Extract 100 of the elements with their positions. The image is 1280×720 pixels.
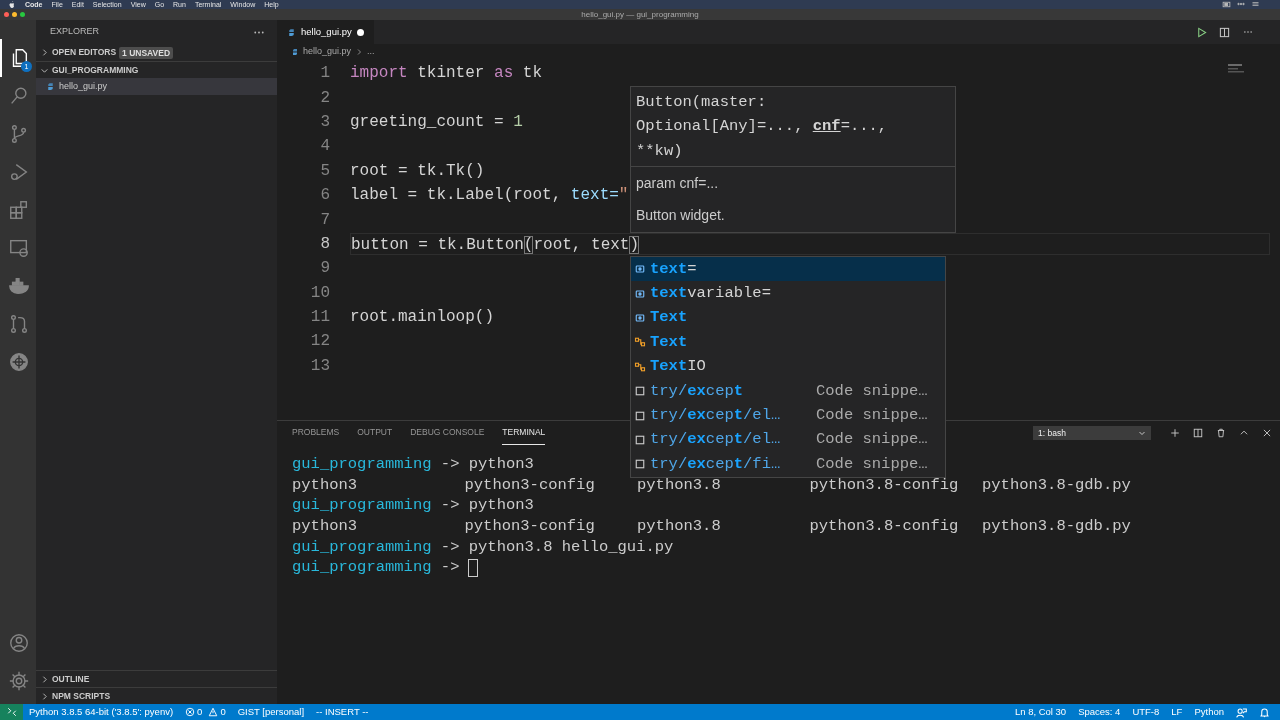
more-icon[interactable] <box>1237 1 1245 7</box>
variable-icon <box>634 311 646 324</box>
doc-text: param cnf=... <box>636 173 720 193</box>
panel-tab[interactable]: PROBLEMS <box>292 421 340 445</box>
terminal-line: gui_programming -> python3 <box>292 495 534 517</box>
doc-text: Button widget. <box>636 205 726 225</box>
line-number: 12 <box>309 331 330 353</box>
apple-icon[interactable] <box>8 0 16 9</box>
bell-icon[interactable] <box>1259 706 1270 718</box>
terminal-output: python3.8 <box>637 516 722 537</box>
terminal-output: python3.8-gdb.py <box>982 474 1132 496</box>
suggestion-detail: Code snippe… <box>816 453 928 475</box>
window-title: hello_gui.py — gui_programming <box>581 9 699 20</box>
suggestion-detail: Code snippe… <box>816 429 928 451</box>
section-title: GUI_PROGRAMMING <box>52 63 139 77</box>
trash-icon[interactable] <box>1216 428 1226 438</box>
editor-tab[interactable]: hello_gui.py <box>277 20 374 44</box>
split-terminal-icon[interactable] <box>1193 428 1203 438</box>
line-number: 11 <box>309 307 330 329</box>
explorer-entry[interactable]: hello_gui.py <box>36 78 277 95</box>
chevron-up-icon[interactable] <box>1239 428 1249 438</box>
suggestion-item[interactable]: try/except/el… Code snippe… <box>631 403 945 428</box>
suggestion-item[interactable]: textvariable= <box>631 281 945 306</box>
unsaved-badge: 1 UNSAVED <box>119 46 174 59</box>
close-button[interactable] <box>4 12 9 17</box>
minimap-drawing <box>1228 64 1244 73</box>
status-item[interactable]: LF <box>1165 704 1189 720</box>
list-icon[interactable] <box>1251 1 1260 7</box>
panel-tab[interactable]: TERMINAL <box>502 421 546 445</box>
suggestion-label: TextIO <box>650 356 707 378</box>
panel-tab[interactable]: DEBUG CONSOLE <box>410 421 485 445</box>
status-item[interactable]: UTF-8 <box>1126 704 1166 720</box>
suggestion-item[interactable]: TextIO <box>631 354 945 379</box>
terminal-select[interactable]: 1: bash <box>1033 426 1151 440</box>
suggestion-item[interactable]: Text <box>631 330 945 355</box>
snippet-icon <box>634 458 646 471</box>
terminal-output: python3.8-config <box>809 474 960 496</box>
status-item[interactable]: Python <box>1188 704 1230 720</box>
terminal-output: python3.8 <box>637 474 722 496</box>
suggestion-detail: Code snippe… <box>816 404 928 426</box>
panel-tab[interactable]: OUTPUT <box>357 421 393 445</box>
account-icon <box>8 632 30 654</box>
status-item[interactable]: Python 3.8.5 64-bit ('3.8.5': pyenv) <box>23 704 180 720</box>
line-number: 6 <box>319 185 330 207</box>
section-header[interactable]: OPEN EDITORS 1 UNSAVED <box>36 44 277 61</box>
line-number: 10 <box>309 282 330 304</box>
line-number: 5 <box>319 160 330 182</box>
extensions-icon <box>8 199 30 221</box>
split-editor-icon[interactable] <box>1219 26 1230 38</box>
section-header[interactable]: OUTLINE <box>36 670 277 687</box>
breadcrumb-item[interactable]: ... <box>367 45 375 59</box>
suggestion-item[interactable]: try/except/fi… Code snippe… <box>631 452 945 477</box>
suggestion-label: Text <box>650 331 689 353</box>
run-icon[interactable] <box>1196 26 1207 38</box>
python-file-icon <box>46 82 55 91</box>
minimize-button[interactable] <box>12 12 17 17</box>
pull-request-icon <box>8 313 30 335</box>
variable-icon <box>634 287 646 300</box>
suggestion-item[interactable]: try/except Code snippe… <box>631 378 945 404</box>
code-line: root.mainloop() <box>350 307 496 329</box>
suggestion-item[interactable]: Text <box>631 305 945 331</box>
code-line: label = tk.Label(root, text=" <box>350 185 630 207</box>
suggestion-label: try/except <box>650 380 745 402</box>
status-item[interactable]: Ln 8, Col 30 <box>1008 704 1073 720</box>
class-icon <box>634 336 646 349</box>
class-icon <box>634 360 646 373</box>
python-file-icon <box>287 27 296 37</box>
status-item[interactable]: Spaces: 4 <box>1072 704 1127 720</box>
line-number: 1 <box>319 63 330 85</box>
tab-label: hello_gui.py <box>301 24 352 39</box>
snippet-icon <box>634 433 646 446</box>
status-item[interactable]: -- INSERT -- <box>310 704 375 720</box>
suggestion-item[interactable]: try/except/el… Code snippe… <box>631 427 945 453</box>
sidebar-title: EXPLORER <box>50 25 100 39</box>
remote-button[interactable] <box>0 704 23 720</box>
code-line: root = tk.Tk() <box>350 160 486 182</box>
remote-icon <box>6 707 17 717</box>
feedback-icon[interactable] <box>1236 706 1247 718</box>
snippet-icon <box>634 385 646 398</box>
terminal-output: python3-config <box>464 516 596 537</box>
chevron-right-icon <box>40 48 49 57</box>
breadcrumb-item[interactable]: hello_gui.py <box>303 45 352 59</box>
section-title: NPM SCRIPTS <box>52 689 111 703</box>
unsaved-dot <box>356 28 364 36</box>
line-number: 9 <box>319 258 330 280</box>
signature-line: **kw) <box>636 140 684 162</box>
close-icon[interactable] <box>1262 428 1272 438</box>
status-item[interactable]: GIST [personal] <box>231 704 311 720</box>
suggestion-label: text= <box>650 258 698 280</box>
section-title: OPEN EDITORS <box>52 46 117 59</box>
terminal-output: python3.8-gdb.py <box>982 516 1132 537</box>
suggestion-item[interactable]: text= <box>631 257 945 282</box>
problems-button[interactable]: 0 0 <box>179 704 232 720</box>
maximize-button[interactable] <box>20 12 25 17</box>
monitor-icon <box>8 237 30 259</box>
plus-icon[interactable] <box>1170 428 1180 438</box>
suggestion-label: textvariable= <box>650 282 772 304</box>
terminal-output: python3.8-config <box>809 516 960 537</box>
suggestion-label: try/except/el… <box>650 404 782 426</box>
warning-icon <box>208 707 219 717</box>
